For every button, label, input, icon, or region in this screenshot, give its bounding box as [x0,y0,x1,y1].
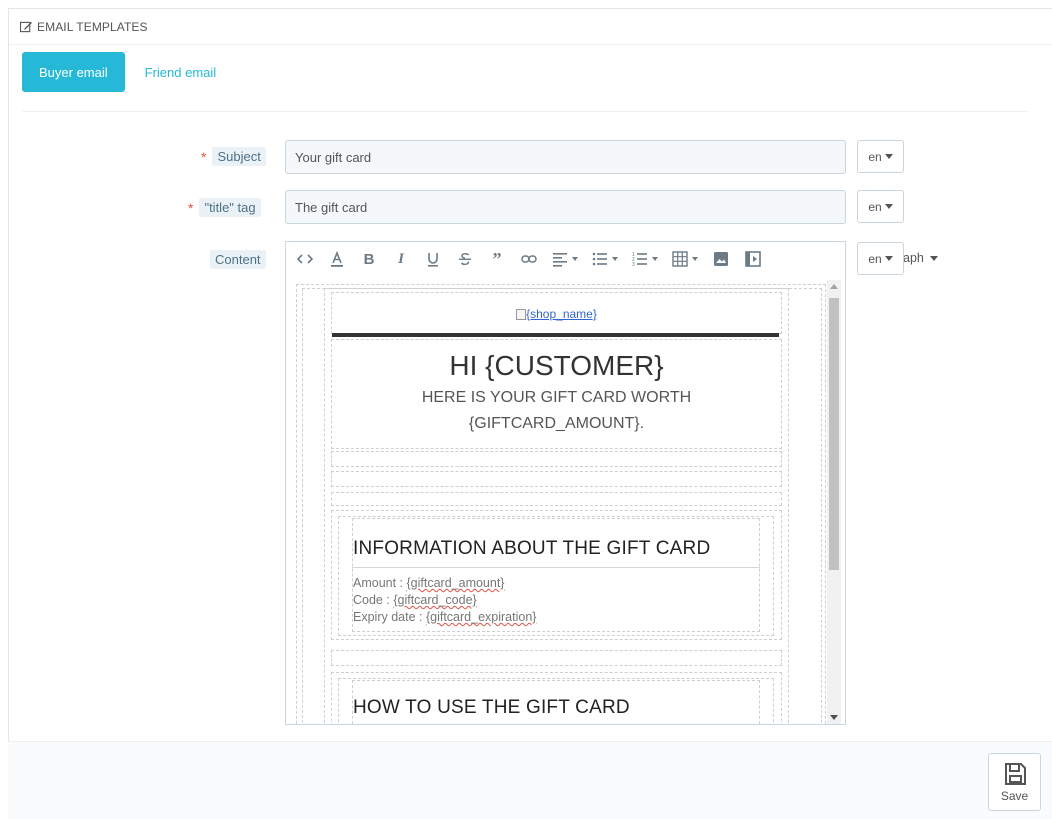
save-label: Save [1000,788,1029,803]
content-label-group: Content [210,250,266,269]
edit-icon [20,21,33,32]
scroll-down-icon[interactable] [830,715,838,720]
subject-label-group: * Subject [201,147,266,166]
info-title: INFORMATION ABOUT THE GIFT CARD [353,538,711,559]
header-rule [332,333,779,337]
spacer-cell [331,451,782,467]
table-icon[interactable] [672,250,698,268]
floppy-disk-icon [1004,762,1026,785]
content-label: Content [210,250,266,269]
panel-heading: EMAIL TEMPLATES [9,9,1052,45]
subject-input[interactable]: Your gift card [285,140,846,174]
required-marker: * [201,148,207,165]
numbered-list-icon[interactable]: 123 [632,250,658,268]
template-tabs: Buyer email Friend email [22,52,236,92]
image-icon[interactable] [712,250,730,268]
chevron-down-icon [884,204,893,209]
scroll-up-icon[interactable] [830,284,838,289]
info-divider [352,567,760,568]
text-color-icon[interactable] [328,250,346,268]
tab-buyer-email[interactable]: Buyer email [22,52,125,92]
spacer-cell [331,650,782,666]
chevron-down-icon [929,255,938,261]
underline-icon[interactable] [424,250,442,268]
panel-footer [8,741,1052,819]
title-tag-lang-dropdown[interactable]: en [857,190,904,223]
title-tag-label-group: * "title" tag [188,198,261,217]
title-tag-input[interactable]: The gift card [285,190,846,224]
divider [22,111,1028,112]
editor-toolbar: B I ” 123 [286,242,845,276]
shop-name-link[interactable]: {shop_name} [526,307,597,321]
howto-title: HOW TO USE THE GIFT CARD [353,697,630,718]
bold-icon[interactable]: B [360,250,378,268]
align-left-icon[interactable] [552,250,578,268]
italic-icon[interactable]: I [392,250,410,268]
scroll-thumb[interactable] [829,298,839,570]
worth-line-1: HERE IS YOUR GIFT CARD WORTH [421,389,692,406]
chevron-down-icon [884,256,893,261]
shop-logo: {shop_name} [331,306,782,321]
greeting-heading: HI {CUSTOMER} [449,350,664,381]
amount-line: Amount : {giftcard_amount} [353,576,505,590]
expiry-line: Expiry date : {giftcard_expiration} [353,610,537,624]
code-line: Code : {giftcard_code} [353,593,477,607]
code-view-icon[interactable] [296,250,314,268]
strikethrough-icon[interactable] [456,250,474,268]
svg-text:3: 3 [632,262,635,267]
title-tag-label: "title" tag [199,198,261,217]
chevron-down-icon [884,154,893,159]
save-button[interactable]: Save [988,753,1041,811]
code-var: {giftcard_code} [393,593,477,607]
subject-label: Subject [212,147,266,166]
required-marker: * [188,199,194,216]
lang-label: en [868,199,882,214]
spacer-cell [331,492,782,506]
lang-label: en [868,251,882,266]
tab-friend-email[interactable]: Friend email [125,52,237,92]
worth-line-2: {GIFTCARD_AMOUNT}. [468,415,645,432]
lang-label: en [868,149,882,164]
expiry-var: {giftcard_expiration} [425,610,537,624]
blockquote-icon[interactable]: ” [488,249,506,269]
media-icon[interactable] [744,250,762,268]
panel-title: EMAIL TEMPLATES [37,19,148,34]
bullet-list-icon[interactable] [592,250,618,268]
rich-text-editor[interactable]: B I ” 123 {shop_name} HI {CUSTOMER} HERE… [285,241,846,725]
link-icon[interactable] [520,250,538,268]
format-label: aph [903,251,924,265]
broken-image-icon [516,309,527,321]
spacer-cell [331,471,782,487]
paragraph-format-dropdown[interactable]: aph [903,251,938,265]
amount-var: {giftcard_amount} [406,576,505,590]
editor-content[interactable]: {shop_name} HI {CUSTOMER} HERE IS YOUR G… [296,284,826,724]
editor-scrollbar[interactable] [827,280,841,724]
subject-lang-dropdown[interactable]: en [857,140,904,173]
content-lang-dropdown[interactable]: en [857,242,904,275]
